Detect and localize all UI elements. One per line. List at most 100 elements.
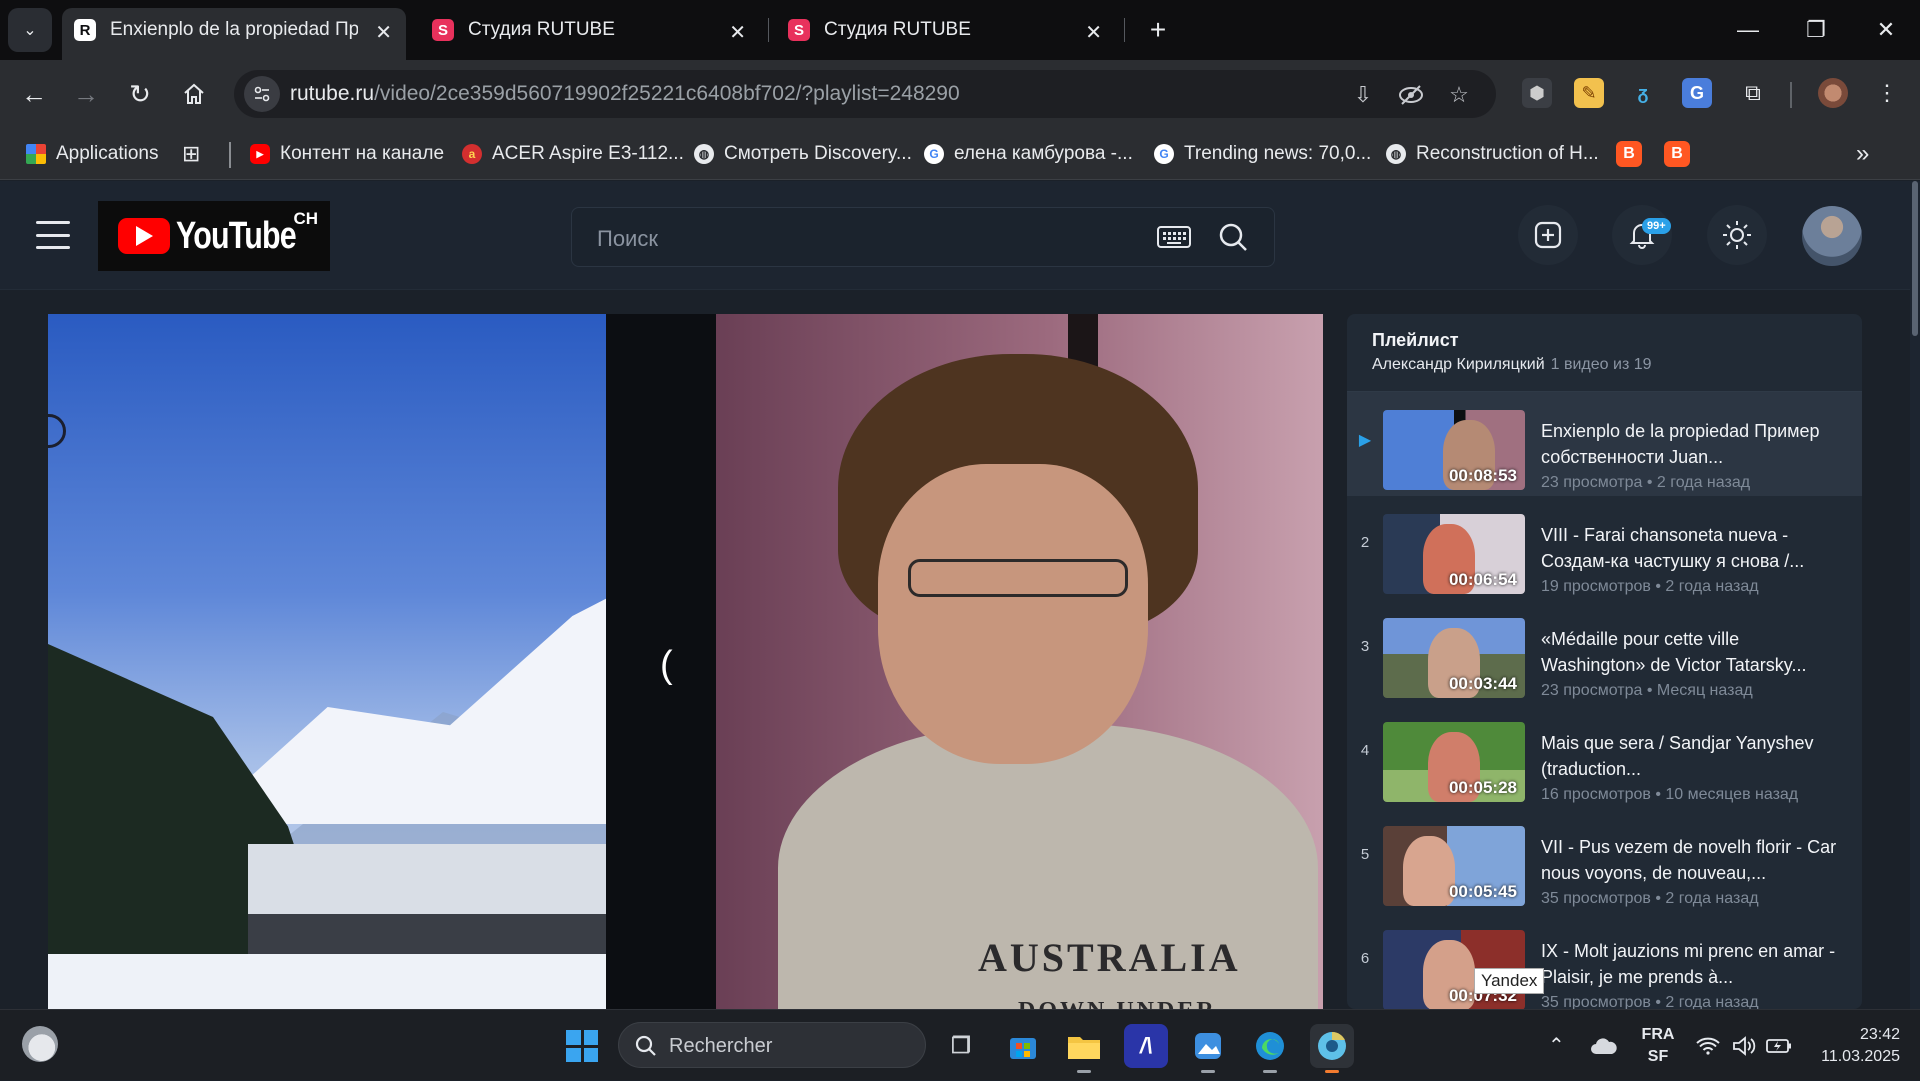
video-thumbnail[interactable]: 00:06:54 xyxy=(1383,514,1525,594)
extensions-puzzle-icon[interactable]: ⧉ xyxy=(1738,78,1768,108)
video-title[interactable]: Enxienplo de la propiedad Пример собстве… xyxy=(1541,418,1841,470)
video-thumbnail[interactable]: 00:03:44 xyxy=(1383,618,1525,698)
bookmark-kamburova[interactable]: G елена камбурова -... xyxy=(924,138,1133,170)
user-avatar[interactable] xyxy=(1802,206,1862,266)
rutube-studio-icon: S xyxy=(788,19,810,41)
onedrive-icon[interactable] xyxy=(1590,1010,1618,1081)
loading-spinner-icon: ( xyxy=(660,644,673,686)
ai-app-icon[interactable]: /\ xyxy=(1124,1024,1168,1068)
bookmark-star-icon[interactable]: ☆ xyxy=(1446,82,1472,108)
start-button[interactable] xyxy=(566,1030,598,1062)
video-title[interactable]: IX - Molt jauzions mi prenc en amar - Pl… xyxy=(1541,938,1841,990)
video-player[interactable]: AUSTRALIA DOWN UNDER ( xyxy=(48,314,1323,1009)
upload-button[interactable] xyxy=(1518,205,1578,265)
wifi-icon[interactable] xyxy=(1696,1010,1720,1081)
blogger-icon[interactable]: B xyxy=(1664,141,1690,167)
playlist-author[interactable]: Александр Кириляцкий xyxy=(1372,356,1545,373)
page-scrollbar[interactable] xyxy=(1910,181,1920,1009)
system-clock[interactable]: 23:42 11.03.2025 xyxy=(1800,1024,1900,1068)
taskbar-search-input[interactable]: Rechercher xyxy=(618,1022,926,1068)
blogger-icon[interactable]: B xyxy=(1616,141,1642,167)
language-code: FRA xyxy=(1641,1026,1675,1043)
search-icon[interactable] xyxy=(1218,222,1248,252)
weather-widget-icon[interactable] xyxy=(22,1026,58,1062)
home-button[interactable] xyxy=(174,74,214,114)
edge-browser-icon[interactable] xyxy=(1248,1024,1292,1073)
bookmark-reconstruction[interactable]: ◍ Reconstruction of H... xyxy=(1386,138,1599,170)
scrollbar-thumb[interactable] xyxy=(1912,181,1918,336)
grid-icon: ⊞ xyxy=(182,141,201,166)
install-app-icon[interactable]: ⇩ xyxy=(1350,82,1376,108)
site-info-icon[interactable] xyxy=(244,76,280,112)
tab-rutube-studio-1[interactable]: S Студия RUTUBE ✕ xyxy=(420,8,760,52)
playlist-header: Плейлист Александр Кириляцкий 1 видео из … xyxy=(1347,314,1862,392)
site-logo[interactable]: YouTube CH xyxy=(98,201,330,271)
tab-search-button[interactable]: ⌄ xyxy=(8,8,52,52)
microsoft-store-icon[interactable] xyxy=(1001,1024,1045,1068)
new-tab-button[interactable]: + xyxy=(1138,10,1178,50)
clock-date: 11.03.2025 xyxy=(1821,1048,1900,1065)
input-language-indicator[interactable]: FRA SF xyxy=(1636,1024,1680,1068)
playlist-item[interactable]: 5 00:05:45 VII - Pus vezem de novelh flo… xyxy=(1347,808,1862,912)
close-tab-icon[interactable]: ✕ xyxy=(375,20,392,45)
tab-rutube-video[interactable]: R Enxienplo de la propiedad При ✕ xyxy=(62,8,406,60)
bookmark-trending[interactable]: G Trending news: 70,0... xyxy=(1154,138,1371,170)
playlist-item[interactable]: 4 00:05:28 Mais que sera / Sandjar Yanys… xyxy=(1347,704,1862,808)
battery-charging-icon[interactable] xyxy=(1766,1010,1792,1081)
menu-icon[interactable] xyxy=(36,221,70,249)
keyboard-icon[interactable] xyxy=(1157,224,1191,250)
bookmark-acer[interactable]: a ACER Aspire E3-112... xyxy=(462,138,684,170)
search-input[interactable]: Поиск xyxy=(571,207,1275,267)
playlist-item[interactable]: 6 00:07:32 IX - Molt jauzions mi prenc e… xyxy=(1347,912,1862,1009)
playlist-item[interactable]: 2 00:06:54 VIII - Farai chansoneta nueva… xyxy=(1347,496,1862,600)
extension-translate-wave-icon[interactable]: ᵹ xyxy=(1628,78,1658,108)
search-icon xyxy=(635,1035,656,1056)
view-count: 16 просмотров xyxy=(1541,786,1651,803)
profile-avatar[interactable] xyxy=(1818,78,1848,108)
extension-note-icon[interactable]: ✎ xyxy=(1574,78,1604,108)
google-translate-icon[interactable]: G xyxy=(1682,78,1712,108)
tab-groups-button[interactable]: ⊞ xyxy=(182,138,200,170)
show-hidden-icons-button[interactable]: ⌃ xyxy=(1548,1010,1565,1081)
tab-title: Студия RUTUBE xyxy=(824,19,971,40)
close-window-icon[interactable]: ✕ xyxy=(1866,10,1906,50)
tracking-blocked-icon[interactable] xyxy=(1398,82,1424,108)
video-title[interactable]: VIII - Farai chansoneta nueva - Создам-к… xyxy=(1541,522,1841,574)
more-bookmarks-icon[interactable]: » xyxy=(1856,138,1869,170)
file-explorer-icon[interactable] xyxy=(1062,1024,1106,1073)
view-count: 35 просмотров xyxy=(1541,994,1651,1009)
video-title[interactable]: VII - Pus vezem de novelh florir - Car n… xyxy=(1541,834,1841,886)
playlist-item[interactable]: ▶ 00:08:53 Enxienplo de la propiedad При… xyxy=(1347,392,1862,496)
close-tab-icon[interactable]: ✕ xyxy=(729,20,746,45)
bookmark-applications[interactable]: Applications xyxy=(26,138,158,170)
tab-separator xyxy=(768,18,769,42)
google-icon: G xyxy=(924,144,944,164)
photos-app-icon[interactable] xyxy=(1186,1024,1230,1073)
volume-icon[interactable] xyxy=(1732,1010,1756,1081)
notifications-button[interactable]: 99+ xyxy=(1612,205,1672,265)
theme-toggle-button[interactable] xyxy=(1707,205,1767,265)
chrome-browser-icon[interactable] xyxy=(1310,1024,1354,1073)
bookmark-discovery[interactable]: ◍ Смотреть Discovery... xyxy=(694,138,912,170)
close-tab-icon[interactable]: ✕ xyxy=(1085,20,1102,45)
back-button[interactable]: ← xyxy=(14,74,54,114)
bookmark-kontent[interactable]: ▶ Контент на канале xyxy=(250,138,444,170)
reload-button[interactable]: ↻ xyxy=(120,74,160,114)
task-view-icon[interactable]: ❐ xyxy=(939,1024,983,1068)
video-thumbnail[interactable]: 00:05:45 xyxy=(1383,826,1525,906)
upload-age: Месяц назад xyxy=(1656,682,1753,699)
minimize-icon[interactable]: — xyxy=(1728,10,1768,50)
tab-rutube-studio-2[interactable]: S Студия RUTUBE ✕ xyxy=(776,8,1116,52)
video-title[interactable]: «Médaille pour cette ville Washington» d… xyxy=(1541,626,1841,678)
forward-button[interactable]: → xyxy=(66,74,106,114)
extension-shield-icon[interactable]: ⬢ xyxy=(1522,78,1552,108)
acer-icon: a xyxy=(462,144,482,164)
restore-icon[interactable]: ❐ xyxy=(1796,10,1836,50)
more-menu-icon[interactable]: ⋮ xyxy=(1872,78,1902,108)
video-thumbnail[interactable]: 00:08:53 xyxy=(1383,410,1525,490)
video-thumbnail[interactable]: 00:05:28 xyxy=(1383,722,1525,802)
video-title[interactable]: Mais que sera / Sandjar Yanyshev (traduc… xyxy=(1541,730,1841,782)
playlist-item[interactable]: 3 00:03:44 «Médaille pour cette ville Wa… xyxy=(1347,600,1862,704)
video-duration: 00:03:44 xyxy=(1448,674,1517,693)
address-bar[interactable]: rutube.ru/video/2ce359d560719902f25221c6… xyxy=(234,70,1496,118)
